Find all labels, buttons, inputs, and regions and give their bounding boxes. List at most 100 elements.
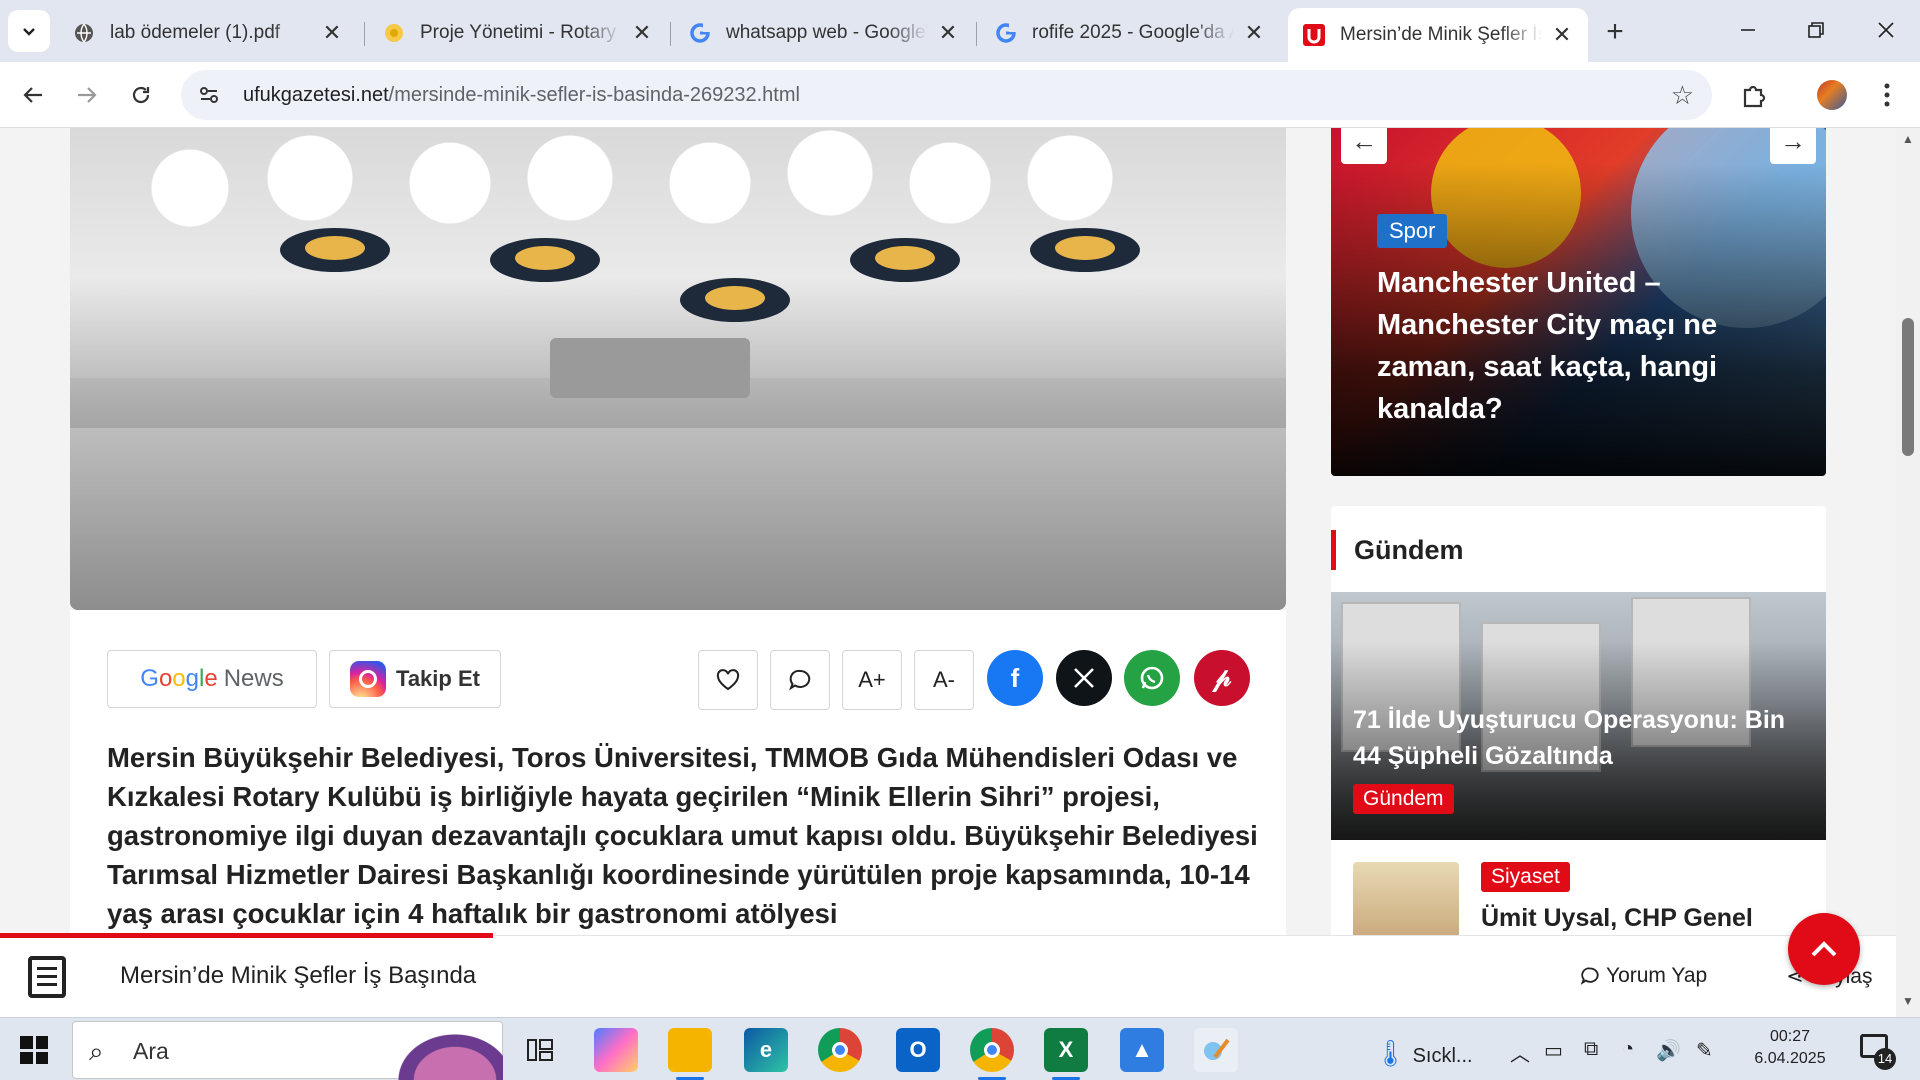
taskbar-clock[interactable]: 00:27 6.04.2025 (1744, 1026, 1836, 1070)
file-explorer-app[interactable] (668, 1028, 712, 1080)
windows-taskbar: ⌕ Ara e O X ▲ 🌡 Sıckl... ︿ ▭ ⧉ ◔ 🔊 ✎ 00:… (0, 1017, 1920, 1080)
like-button[interactable] (698, 650, 758, 710)
address-bar[interactable]: ufukgazetesi.net/mersinde-minik-sefler-i… (181, 70, 1712, 120)
close-icon[interactable]: ✕ (1550, 22, 1574, 47)
browser-menu-button[interactable] (1868, 76, 1906, 114)
wifi-icon[interactable]: ◔ (1622, 1038, 1634, 1061)
pinterest-share-button[interactable]: 𝓅 (1194, 650, 1250, 706)
news-thumbnail[interactable] (1353, 862, 1459, 942)
windows-start-button[interactable] (20, 1036, 48, 1064)
copilot-app[interactable] (594, 1028, 638, 1072)
notification-center-button[interactable]: 14 (1860, 1034, 1896, 1070)
category-badge-siyaset[interactable]: Siyaset (1481, 862, 1570, 892)
arrow-right-icon: → (1780, 128, 1806, 156)
tab-search-button[interactable] (8, 10, 50, 52)
ufuk-icon (1302, 23, 1326, 47)
font-decrease-button[interactable]: A- (914, 650, 974, 710)
battery-icon[interactable]: ▭ (1544, 1038, 1563, 1063)
speech-bubble-icon (789, 669, 811, 691)
chevron-up-icon: ︿ (1510, 1044, 1530, 1066)
tab-proje-yonetimi[interactable]: Proje Yönetimi - Rotary 2... ✕ (368, 8, 668, 58)
article-hero-image (70, 128, 1286, 610)
clock-date: 6.04.2025 (1754, 1050, 1826, 1067)
close-icon[interactable]: ✕ (320, 20, 344, 45)
browser-toolbar: ufukgazetesi.net/mersinde-minik-sefler-i… (0, 62, 1920, 128)
forward-button[interactable] (66, 74, 108, 116)
extensions-button[interactable] (1735, 76, 1773, 114)
photo-bowl (680, 278, 790, 322)
featured-news-title[interactable]: Manchester United – Manchester City maçı… (1377, 262, 1797, 430)
search-highlight-art (383, 1022, 503, 1080)
whatsapp-icon (1140, 666, 1164, 690)
url-text[interactable]: ufukgazetesi.net/mersinde-minik-sefler-i… (243, 84, 800, 107)
scroll-up-arrow-icon[interactable]: ▲ (1896, 132, 1920, 152)
tab-rofife[interactable]: rofife 2025 - Google'da Ara ✕ (980, 8, 1280, 58)
tab-mersin-minik-sefler[interactable]: Mersin’de Minik Şefler İş Başında ✕ (1288, 8, 1588, 62)
close-icon[interactable]: ✕ (1242, 20, 1266, 45)
instagram-follow-button[interactable]: Takip Et (329, 650, 501, 708)
font-increase-button[interactable]: A+ (842, 650, 902, 710)
featured-news-slider[interactable]: ← → Spor Manchester United – Manchester … (1331, 128, 1826, 476)
comment-button[interactable] (770, 650, 830, 710)
url-host: ufukgazetesi.net (243, 83, 389, 106)
tab-whatsapp-web[interactable]: whatsapp web - Google'da Ara ✕ (674, 8, 974, 58)
x-logo-icon (1074, 668, 1094, 688)
tab-separator (670, 22, 671, 46)
article-lead: Mersin Büyükşehir Belediyesi, Toros Üniv… (107, 742, 1258, 929)
profile-avatar[interactable] (1817, 80, 1847, 110)
category-badge-gundem[interactable]: Gündem (1353, 784, 1454, 814)
chrome-app[interactable] (818, 1028, 862, 1072)
excel-app[interactable]: X (1044, 1028, 1088, 1080)
volume-icon[interactable]: 🔊 (1656, 1038, 1681, 1063)
facebook-share-button[interactable]: f (987, 650, 1043, 706)
pen-icon[interactable]: ✎ (1696, 1038, 1713, 1063)
tab-separator (976, 22, 977, 46)
weather-widget[interactable]: 🌡 Sıckl... (1374, 1038, 1473, 1069)
back-button[interactable] (12, 74, 54, 116)
comment-link[interactable]: Yorum Yap (1580, 964, 1707, 988)
close-window-button[interactable] (1866, 12, 1906, 48)
photo-bowl (490, 238, 600, 282)
category-badge-spor[interactable]: Spor (1377, 214, 1448, 248)
paint-app[interactable] (1194, 1028, 1238, 1072)
reload-button[interactable] (120, 74, 162, 116)
edge-app[interactable]: e (744, 1028, 788, 1072)
show-hidden-icons-button[interactable]: ︿ (1510, 1038, 1530, 1067)
puzzle-icon (1743, 85, 1766, 108)
scroll-down-arrow-icon[interactable]: ▼ (1896, 994, 1920, 1014)
tab-lab-odemeler[interactable]: lab ödemeler (1).pdf ✕ (58, 8, 358, 58)
search-icon: ⌕ (89, 1036, 104, 1066)
task-view-button[interactable] (518, 1028, 562, 1072)
close-icon[interactable]: ✕ (630, 20, 654, 45)
font-decrease-label: A- (933, 667, 955, 692)
close-icon[interactable]: ✕ (936, 20, 960, 45)
outlook-app[interactable]: O (896, 1028, 940, 1072)
photo-counter (70, 428, 1286, 610)
restore-button[interactable] (1796, 12, 1836, 48)
photo-sink (550, 338, 750, 398)
slider-next-button[interactable]: → (1770, 128, 1816, 164)
site-info-icon[interactable] (191, 77, 227, 113)
whatsapp-share-button[interactable] (1124, 650, 1180, 706)
chrome-profile-app[interactable] (970, 1028, 1014, 1080)
device-icon[interactable]: ⧉ (1584, 1038, 1598, 1061)
new-tab-button[interactable]: + (1597, 14, 1633, 50)
x-share-button[interactable] (1056, 650, 1112, 706)
scrollbar-thumb[interactable] (1902, 318, 1914, 456)
back-to-top-button[interactable] (1788, 913, 1860, 985)
taskbar-search[interactable]: ⌕ Ara (72, 1021, 503, 1080)
sticky-article-bar: Mersin’de Minik Şefler İş Başında Yorum … (0, 933, 1896, 1017)
google-news-button[interactable]: Go o g l e News (107, 650, 317, 708)
tab-title: whatsapp web - Google'da Ara (726, 22, 928, 43)
speech-bubble-icon (1580, 967, 1599, 985)
google-news-label: News (223, 665, 284, 692)
gundem-second-title[interactable]: Ümit Uysal, CHP Genel (1481, 904, 1811, 933)
bookmark-star-icon[interactable]: ☆ (1671, 80, 1694, 111)
gundem-main-news[interactable]: 71 İlde Uyuşturucu Operasyonu: Bin 44 Şü… (1331, 592, 1826, 840)
minimize-button[interactable] (1728, 12, 1768, 48)
gundem-main-title[interactable]: 71 İlde Uyuşturucu Operasyonu: Bin 44 Şü… (1353, 702, 1813, 774)
page-scrollbar[interactable] (1896, 128, 1920, 1017)
photos-app[interactable]: ▲ (1120, 1028, 1164, 1072)
slider-prev-button[interactable]: ← (1341, 128, 1387, 164)
edge-icon: e (759, 1037, 773, 1062)
